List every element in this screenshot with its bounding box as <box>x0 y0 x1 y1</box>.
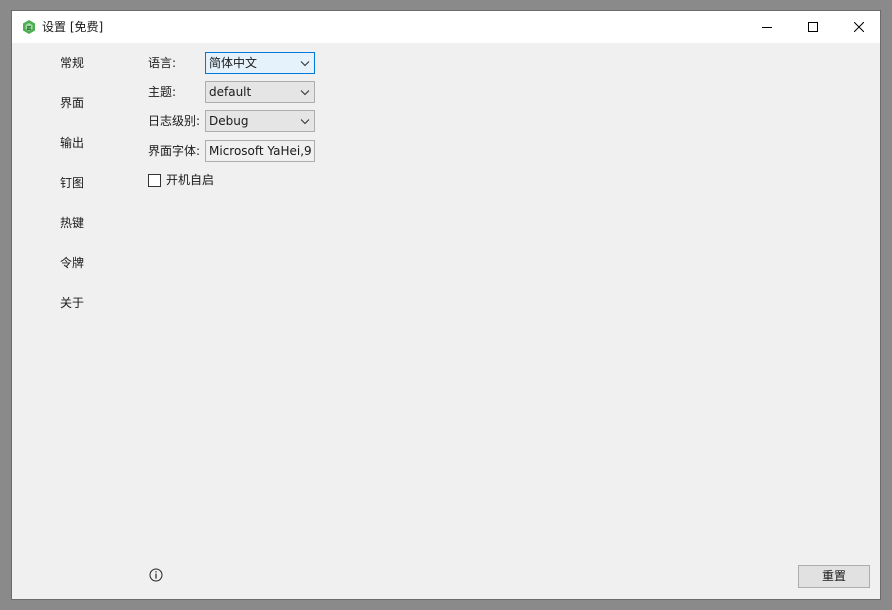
autostart-checkbox-row[interactable]: 开机自启 <box>148 172 214 188</box>
ui-font-label: 界面字体: <box>148 144 201 158</box>
minimize-button[interactable] <box>744 11 790 43</box>
maximize-button[interactable] <box>790 11 836 43</box>
language-value: 简体中文 <box>209 56 258 70</box>
sidebar-item-pin[interactable]: 钉图 <box>60 175 84 191</box>
sidebar-item-general[interactable]: 常规 <box>60 55 84 71</box>
sidebar-item-interface[interactable]: 界面 <box>60 95 84 111</box>
language-select[interactable]: 简体中文 <box>205 52 315 74</box>
theme-select[interactable]: default <box>205 81 315 103</box>
title-bar[interactable]: 设置 [免费] <box>12 11 880 43</box>
info-icon[interactable] <box>149 568 163 582</box>
reset-button[interactable]: 重置 <box>798 565 870 588</box>
close-button[interactable] <box>836 11 880 43</box>
sidebar-item-about[interactable]: 关于 <box>60 295 84 311</box>
autostart-label: 开机自启 <box>166 173 215 187</box>
autostart-checkbox[interactable] <box>148 173 161 187</box>
chevron-down-icon <box>300 119 310 125</box>
log-level-value: Debug <box>209 114 249 128</box>
sidebar-item-token[interactable]: 令牌 <box>60 255 84 271</box>
app-logo-icon <box>23 20 35 34</box>
maximize-icon <box>808 22 818 32</box>
theme-label: 主题: <box>148 85 177 99</box>
chevron-down-icon <box>300 61 310 67</box>
theme-value: default <box>209 85 252 99</box>
settings-window: 设置 [免费] 常规 界面 输出 钉图 热键 令牌 关于 语言: 简体中文 主题… <box>11 10 881 600</box>
close-icon <box>854 22 864 32</box>
sidebar-item-output[interactable]: 输出 <box>60 135 84 151</box>
minimize-icon <box>762 27 772 28</box>
log-level-select[interactable]: Debug <box>205 110 315 132</box>
ui-font-field[interactable]: Microsoft YaHei,9 <box>205 140 315 162</box>
language-label: 语言: <box>148 56 177 70</box>
window-title: 设置 [免费] <box>42 20 104 34</box>
chevron-down-icon <box>300 90 310 96</box>
sidebar-item-hotkeys[interactable]: 热键 <box>60 215 84 231</box>
log-level-label: 日志级别: <box>148 114 201 128</box>
